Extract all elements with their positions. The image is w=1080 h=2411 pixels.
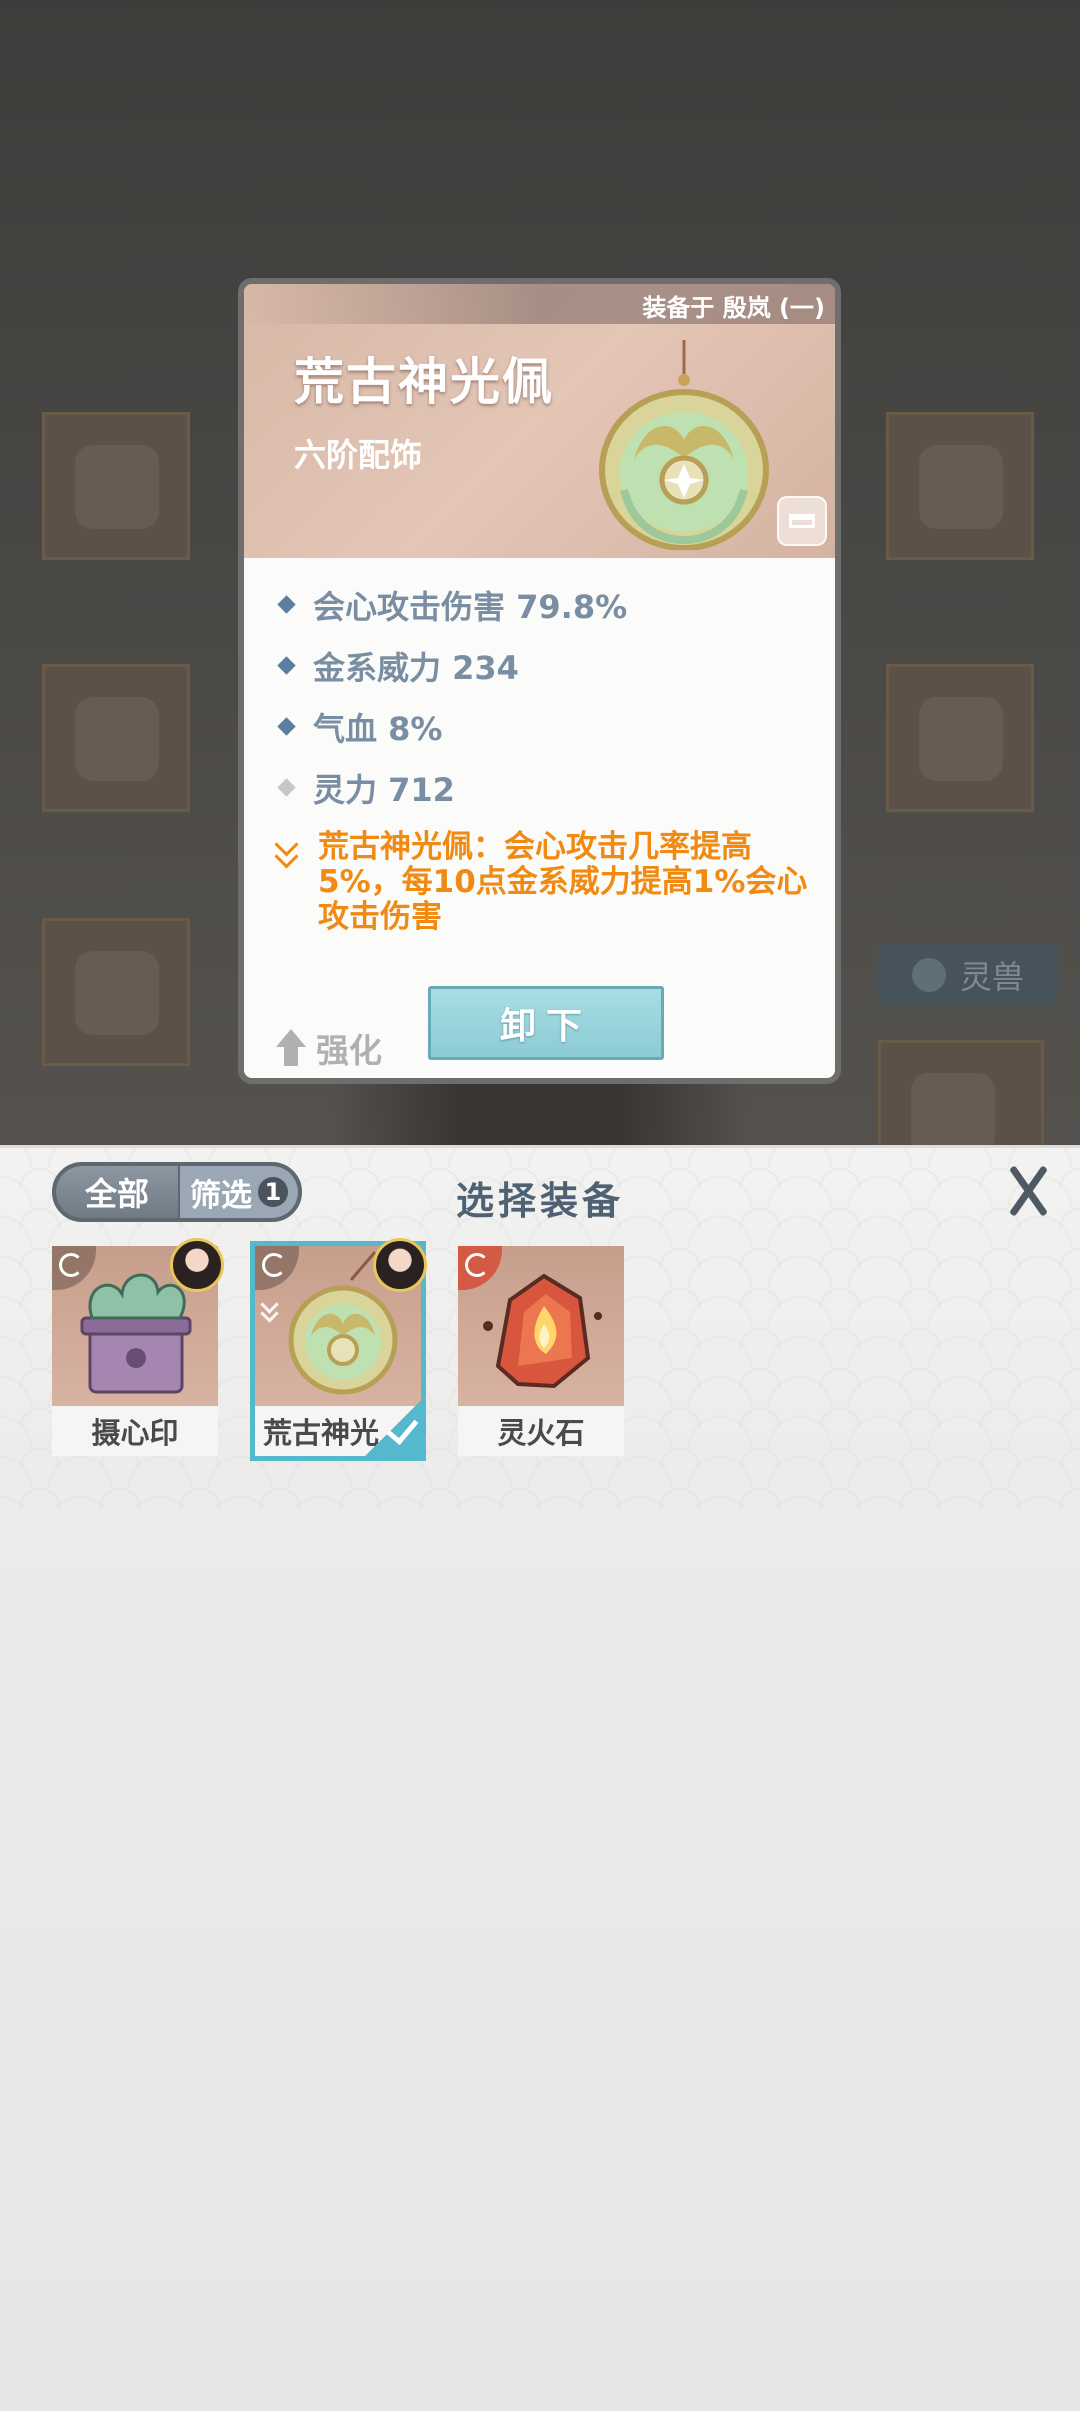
jade-pendant-icon	[599, 340, 769, 550]
bg-equip-slot-seal	[886, 412, 1034, 560]
bg-beast-tab: 灵兽	[878, 944, 1058, 1006]
stat-text: 灵力 712	[313, 770, 455, 809]
stats-list: 会心攻击伤害 79.8% 金系威力 234 气血 8% 灵力 712 荒古神光佩…	[272, 574, 817, 935]
enhance-button[interactable]: 强化	[276, 1024, 382, 1072]
equipment-item[interactable]: 灵火石	[458, 1246, 624, 1456]
double-chevron-icon	[274, 836, 300, 866]
beast-icon	[911, 958, 946, 992]
skill-text: 荒古神光佩：会心攻击几率提高5%，每10点金系威力提高1%会心攻击伤害	[318, 829, 808, 935]
diamond-icon	[277, 595, 296, 614]
set-chevron-icon	[261, 1298, 281, 1322]
item-name: 荒古神光佩	[294, 352, 554, 411]
item-tier: 六阶配饰	[294, 436, 423, 474]
item-name: 摄心印	[52, 1406, 218, 1456]
checkmark-icon	[365, 1400, 421, 1456]
unequip-button[interactable]: 卸下	[428, 986, 664, 1060]
panel-title: 选择装备	[455, 1178, 624, 1223]
diamond-icon	[277, 717, 296, 736]
avatar	[373, 1238, 427, 1292]
item-name: 灵火石	[458, 1406, 624, 1456]
set-skill: 荒古神光佩：会心攻击几率提高5%，每10点金系威力提高1%会心攻击伤害	[272, 830, 817, 935]
bg-equip-slot-boots	[42, 918, 190, 1066]
stat-text: 会心攻击伤害 79.8%	[313, 587, 628, 626]
equipment-item-selected[interactable]: 荒古神光	[250, 1238, 427, 1461]
up-arrow-icon	[276, 1029, 306, 1067]
bg-equip-slot-helmet	[42, 664, 190, 812]
stat-text: 金系威力 234	[313, 648, 519, 687]
bg-equip-slot-pendant	[886, 664, 1034, 812]
diamond-icon	[277, 778, 296, 797]
stat-row: 气血 8%	[272, 696, 817, 757]
stash-button[interactable]	[777, 496, 827, 546]
bg-beast-label: 灵兽	[959, 958, 1024, 996]
equipped-on-label: 装备于 殷岚 (一)	[642, 294, 825, 322]
equipment-item[interactable]: 摄心印	[52, 1238, 224, 1456]
stat-text: 气血 8%	[313, 709, 443, 748]
select-equipment-panel: 全部 筛选 1 选择装备 摄心印 荒古神光 灵火石	[0, 1145, 1080, 2411]
stat-row: 金系威力 234	[272, 635, 817, 696]
avatar	[170, 1238, 224, 1292]
stat-row: 会心攻击伤害 79.8%	[272, 574, 817, 635]
stat-row: 灵力 712	[272, 757, 817, 818]
card-header: 装备于 殷岚 (一) 荒古神光佩 六阶配饰	[244, 284, 835, 558]
diamond-icon	[277, 656, 296, 675]
enhance-label: 强化	[316, 1031, 382, 1070]
equipment-detail-card: 装备于 殷岚 (一) 荒古神光佩 六阶配饰 会心攻击伤害 79.8% 金系威力 …	[238, 278, 841, 1084]
close-icon[interactable]	[1003, 1164, 1053, 1218]
bg-equip-slot-weapon	[42, 412, 190, 560]
